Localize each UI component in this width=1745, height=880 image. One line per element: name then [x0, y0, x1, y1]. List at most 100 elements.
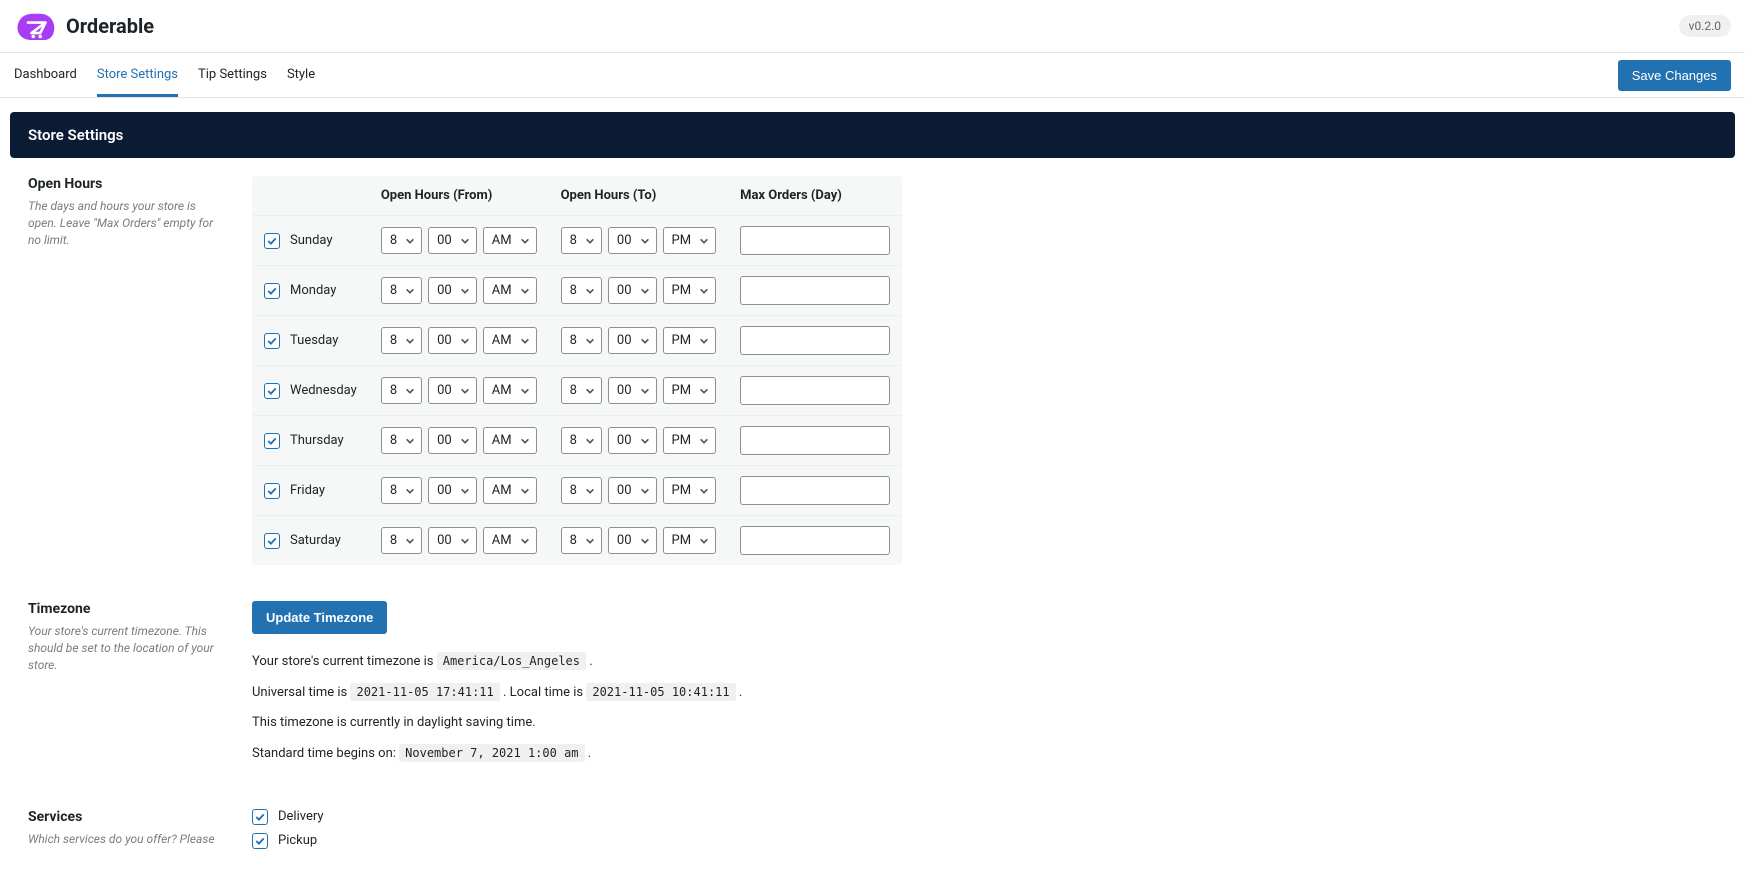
to-minute-select-value: 00 — [617, 433, 632, 448]
chevron-down-icon — [699, 336, 709, 346]
hours-row: Sunday800AM800PM — [252, 216, 902, 266]
to-ampm-select[interactable]: PM — [663, 227, 717, 254]
max-orders-input[interactable] — [740, 526, 890, 555]
to-hour-select-value: 8 — [570, 433, 577, 448]
from-hour-select[interactable]: 8 — [381, 427, 422, 454]
to-minute-select-value: 00 — [617, 533, 632, 548]
from-ampm-select[interactable]: AM — [483, 377, 537, 404]
max-orders-input[interactable] — [740, 426, 890, 455]
max-orders-input[interactable] — [740, 376, 890, 405]
service-item: Pickup — [252, 833, 892, 849]
to-ampm-select[interactable]: PM — [663, 477, 717, 504]
from-minute-select-value: 00 — [437, 433, 452, 448]
to-hour-select[interactable]: 8 — [561, 327, 602, 354]
service-label: Delivery — [278, 809, 324, 824]
day-label: Tuesday — [290, 333, 338, 348]
to-minute-select[interactable]: 00 — [608, 227, 657, 254]
from-hour-select-value: 8 — [390, 483, 397, 498]
tz-dst-line: This timezone is currently in daylight s… — [252, 711, 892, 736]
to-minute-select[interactable]: 00 — [608, 327, 657, 354]
day-label: Monday — [290, 283, 336, 298]
to-minute-select[interactable]: 00 — [608, 427, 657, 454]
day-enabled-checkbox[interactable] — [264, 283, 280, 299]
to-ampm-select[interactable]: PM — [663, 277, 717, 304]
from-minute-select[interactable]: 00 — [428, 527, 477, 554]
to-minute-select[interactable]: 00 — [608, 527, 657, 554]
to-hour-select[interactable]: 8 — [561, 277, 602, 304]
update-timezone-button[interactable]: Update Timezone — [252, 601, 387, 634]
from-ampm-select[interactable]: AM — [483, 427, 537, 454]
from-minute-select[interactable]: 00 — [428, 277, 477, 304]
to-ampm-select[interactable]: PM — [663, 327, 717, 354]
timezone-title: Timezone — [28, 601, 224, 617]
from-hour-select[interactable]: 8 — [381, 327, 422, 354]
from-minute-select[interactable]: 00 — [428, 327, 477, 354]
open-hours-table: Open Hours (From) Open Hours (To) Max Or… — [252, 176, 902, 565]
to-minute-select[interactable]: 00 — [608, 377, 657, 404]
to-ampm-select[interactable]: PM — [663, 377, 717, 404]
max-orders-input[interactable] — [740, 226, 890, 255]
brand-name: Orderable — [66, 14, 154, 38]
from-ampm-select-value: AM — [492, 283, 512, 298]
to-hour-select[interactable]: 8 — [561, 527, 602, 554]
max-orders-input[interactable] — [740, 326, 890, 355]
nav-tab-store-settings[interactable]: Store Settings — [97, 53, 178, 97]
to-minute-select[interactable]: 00 — [608, 477, 657, 504]
brand: Orderable — [14, 10, 154, 42]
chevron-down-icon — [460, 436, 470, 446]
service-label: Pickup — [278, 833, 317, 848]
nav-tab-tip-settings[interactable]: Tip Settings — [198, 53, 267, 97]
from-ampm-select[interactable]: AM — [483, 327, 537, 354]
from-minute-select[interactable]: 00 — [428, 227, 477, 254]
from-minute-select-value: 00 — [437, 333, 452, 348]
to-hour-select[interactable]: 8 — [561, 477, 602, 504]
to-minute-select[interactable]: 00 — [608, 277, 657, 304]
chevron-down-icon — [520, 336, 530, 346]
open-hours-title: Open Hours — [28, 176, 224, 192]
from-hour-select[interactable]: 8 — [381, 377, 422, 404]
day-enabled-checkbox[interactable] — [264, 433, 280, 449]
save-changes-button[interactable]: Save Changes — [1618, 60, 1731, 91]
from-ampm-select[interactable]: AM — [483, 227, 537, 254]
day-cell: Wednesday — [264, 383, 357, 399]
service-checkbox[interactable] — [252, 809, 268, 825]
from-ampm-select[interactable]: AM — [483, 277, 537, 304]
from-minute-select[interactable]: 00 — [428, 377, 477, 404]
from-ampm-select[interactable]: AM — [483, 477, 537, 504]
from-hour-select[interactable]: 8 — [381, 227, 422, 254]
day-cell: Saturday — [264, 533, 357, 549]
open-hours-body: Open Hours (From) Open Hours (To) Max Or… — [252, 176, 892, 565]
service-checkbox[interactable] — [252, 833, 268, 849]
from-hour-select[interactable]: 8 — [381, 477, 422, 504]
from-hour-select[interactable]: 8 — [381, 277, 422, 304]
chevron-down-icon — [640, 436, 650, 446]
max-orders-input[interactable] — [740, 476, 890, 505]
day-enabled-checkbox[interactable] — [264, 483, 280, 499]
to-hour-select[interactable]: 8 — [561, 227, 602, 254]
to-ampm-select[interactable]: PM — [663, 527, 717, 554]
chevron-down-icon — [640, 536, 650, 546]
day-enabled-checkbox[interactable] — [264, 383, 280, 399]
day-label: Sunday — [290, 233, 333, 248]
from-hour-select[interactable]: 8 — [381, 527, 422, 554]
day-enabled-checkbox[interactable] — [264, 233, 280, 249]
from-minute-select[interactable]: 00 — [428, 477, 477, 504]
to-ampm-select[interactable]: PM — [663, 427, 717, 454]
from-minute-select[interactable]: 00 — [428, 427, 477, 454]
to-hour-select[interactable]: 8 — [561, 377, 602, 404]
nav-tab-dashboard[interactable]: Dashboard — [14, 53, 77, 97]
chevron-down-icon — [460, 336, 470, 346]
day-enabled-checkbox[interactable] — [264, 533, 280, 549]
tz-utc-value: 2021-11-05 17:41:11 — [350, 683, 499, 701]
to-hour-select[interactable]: 8 — [561, 427, 602, 454]
from-ampm-select[interactable]: AM — [483, 527, 537, 554]
services-label-col: Services Which services do you offer? Pl… — [28, 809, 224, 857]
to-minute-select-value: 00 — [617, 333, 632, 348]
day-label: Friday — [290, 483, 325, 498]
day-enabled-checkbox[interactable] — [264, 333, 280, 349]
day-cell: Sunday — [264, 233, 357, 249]
max-orders-input[interactable] — [740, 276, 890, 305]
brand-logo-icon — [14, 10, 56, 42]
nav-tab-style[interactable]: Style — [287, 53, 315, 97]
chevron-down-icon — [585, 536, 595, 546]
